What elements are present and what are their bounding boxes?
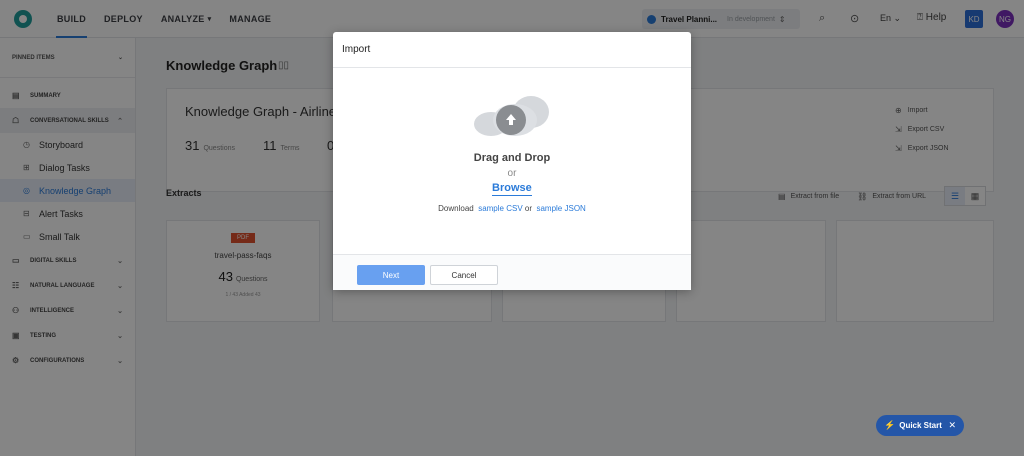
upload-drop-zone[interactable]: Drag and Drop or Browse Download sample … [333,68,691,254]
sample-csv-link[interactable]: sample CSV [478,204,522,213]
quick-start-button[interactable]: ⚡ Quick Start ✕ [876,415,964,436]
cancel-button[interactable]: Cancel [430,265,498,285]
or-label: or [507,168,517,179]
drag-drop-label: Drag and Drop [473,152,551,164]
modal-footer: Next Cancel [333,254,691,290]
sample-json-link[interactable]: sample JSON [536,204,585,213]
cloud-upload-icon [474,96,549,136]
modal-header: Import [333,32,691,68]
close-icon[interactable]: ✕ [948,420,956,431]
next-button[interactable]: Next [357,265,425,285]
download-samples: Download sample CSV or sample JSON [333,204,691,213]
browse-link[interactable]: Browse [492,182,532,196]
download-or: or [524,204,533,213]
import-modal: Import Drag and Drop or Browse Download … [333,32,691,290]
modal-title: Import [342,44,371,55]
lightning-icon: ⚡ [884,420,896,430]
quick-start-label: Quick Start [899,421,942,430]
download-prefix: Download [438,204,474,213]
